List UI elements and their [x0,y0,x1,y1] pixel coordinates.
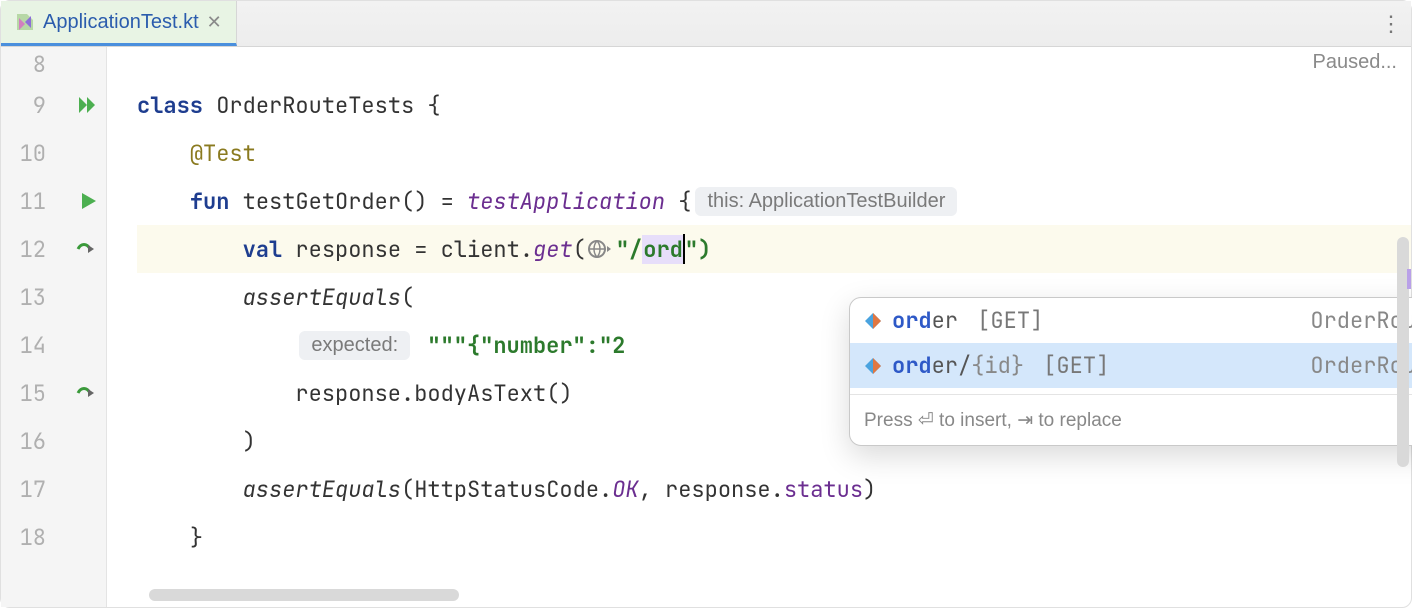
debug-status: Paused... [1312,51,1397,74]
gutter: 8 9 10 11 12 13 14 15 16 [1,47,107,607]
code-area[interactable]: Paused... class OrderRouteTests { @Test … [107,47,1411,607]
line-number: 13 [20,283,46,312]
code-line[interactable]: fun testGetOrder() = testApplication { t… [137,177,1411,225]
code-line-current[interactable]: val response = client.get("/ord") [137,225,1411,273]
line-number: 10 [20,139,46,168]
completion-footer: Press ⏎ to insert, ⇥ to replace ⋮ [850,395,1412,445]
line-number: 15 [20,379,46,408]
line-number: 12 [20,235,46,264]
line-number: 11 [20,187,46,216]
tab-filename: ApplicationTest.kt [43,11,199,34]
line-number: 17 [20,475,46,504]
endpoint-gutter-icon[interactable] [74,239,98,259]
editor: 8 9 10 11 12 13 14 15 16 [1,47,1411,607]
line-number: 18 [20,523,46,552]
file-tab-active[interactable]: ApplicationTest.kt ✕ [1,1,237,46]
run-gutter-icon[interactable] [78,191,98,211]
close-tab-icon[interactable]: ✕ [207,12,222,33]
code-line[interactable]: @Test [137,129,1411,177]
code-line[interactable]: } [137,513,1411,561]
tab-bar: ApplicationTest.kt ✕ ⋮ [1,1,1411,47]
run-all-gutter-icon[interactable] [76,94,98,116]
route-icon [864,312,882,330]
line-number: 8 [33,50,46,79]
code-line[interactable]: assertEquals(HttpStatusCode.OK, response… [137,465,1411,513]
kotlin-file-icon [15,12,35,32]
completion-item[interactable]: order [GET] OrderRoutesKt [850,298,1412,343]
completion-popup[interactable]: order [GET] OrderRoutesKt order/{id} [GE… [849,297,1412,446]
route-icon [864,357,882,375]
marker-stripe[interactable] [1393,274,1411,284]
completion-item-selected[interactable]: order/{id} [GET] OrderRoutesKt [850,343,1412,388]
url-globe-icon[interactable] [588,238,614,260]
line-number: 16 [20,427,46,456]
line-number: 14 [20,331,46,360]
code-line[interactable]: class OrderRouteTests { [137,81,1411,129]
horizontal-scrollbar[interactable] [149,589,459,601]
inlay-hint: this: ApplicationTestBuilder [695,187,957,216]
tab-options-button[interactable]: ⋮ [1371,1,1411,46]
inlay-hint: expected: [299,331,410,360]
line-number: 9 [33,91,46,120]
endpoint-gutter-icon[interactable] [74,383,98,403]
